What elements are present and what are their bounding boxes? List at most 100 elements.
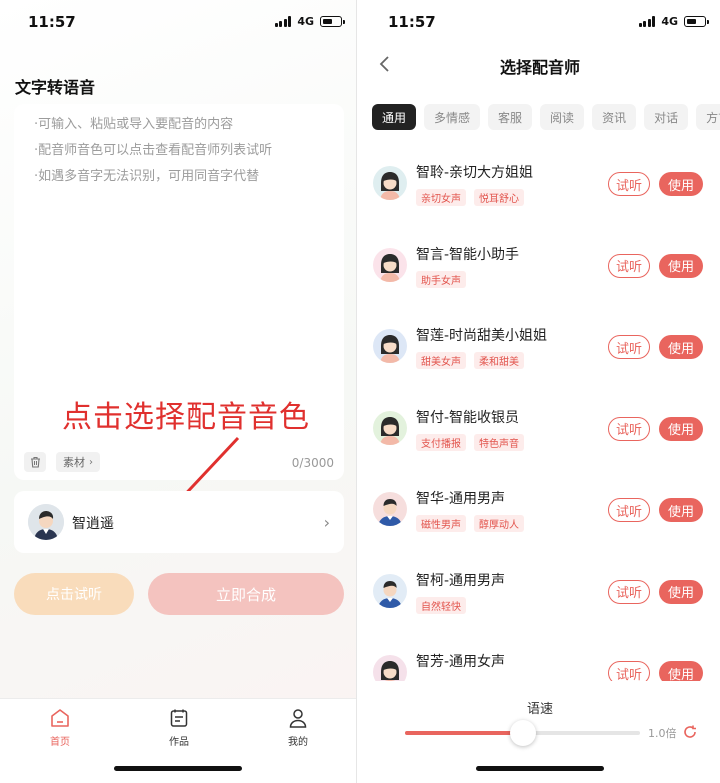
use-button[interactable]: 使用 [659, 253, 703, 278]
try-button[interactable]: 试听 [608, 416, 650, 441]
reset-icon[interactable] [682, 724, 698, 740]
home-indicator [476, 766, 604, 771]
try-button[interactable]: 试听 [608, 172, 650, 196]
voice-row[interactable]: 智莲-时尚甜美小姐姐 甜美女声 柔和甜美 试听 使用 [360, 309, 720, 391]
voice-list: 智聆-亲切大方姐姐 亲切女声 悦耳舒心 试听 使用 智言-智能小助手 助手女声 试听 使用 智莲-… [360, 146, 720, 681]
use-button[interactable]: 使用 [659, 416, 703, 441]
tab-home[interactable]: 首页 [30, 707, 90, 748]
voice-row[interactable]: 智芳-通用女声 试听 使用 [360, 635, 720, 681]
voice-row[interactable]: 智聆-亲切大方姐姐 亲切女声 悦耳舒心 试听 使用 [360, 146, 720, 228]
use-button[interactable]: 使用 [659, 335, 703, 359]
signal-icon [638, 16, 656, 27]
voice-tags: 亲切女声 悦耳舒心 [416, 189, 524, 206]
listen-button[interactable]: 点击试听 [14, 573, 134, 615]
voice-row[interactable]: 智柯-通用男声 自然轻快 试听 使用 [360, 554, 720, 636]
voice-name: 智言-智能小助手 [416, 246, 520, 263]
voice-picker-screen: 11:57 4G 选择配音师 通用多情感客服阅读资讯对话方言 智聆-亲切大方姐姐… [360, 0, 720, 783]
tab-label: 作品 [169, 737, 189, 748]
category-tabs: 通用多情感客服阅读资讯对话方言 [372, 104, 720, 130]
voice-tag: 自然轻快 [416, 596, 466, 614]
voice-name: 智柯-通用男声 [416, 572, 506, 589]
slider-fill [405, 731, 523, 735]
voice-tag: 亲切女声 [416, 189, 466, 206]
voice-name: 智华-通用男声 [416, 491, 506, 507]
slider-thumb[interactable] [509, 720, 536, 746]
trash-icon [30, 456, 40, 468]
battery-icon [320, 16, 345, 27]
hint-line: ·如遇多音字无法识别，可用同音字代替 [34, 169, 260, 184]
voice-name: 智莲-时尚甜美小姐姐 [416, 328, 548, 344]
speed-label: 语速 [526, 702, 553, 717]
tab-category[interactable]: 客服 [488, 104, 533, 130]
voice-row[interactable]: 智付-智能收银员 支付播报 特色声音 试听 使用 [360, 391, 720, 473]
speed-slider[interactable] [405, 720, 640, 746]
voice-row[interactable]: 智华-通用男声磁性男声 醇厚动人 试听 使用 [360, 472, 720, 554]
voice-name: 智芳-通用女声 [416, 654, 506, 670]
try-button[interactable]: 试听 [608, 661, 650, 681]
clear-button[interactable] [24, 452, 46, 472]
voice-tags: 自然轻快 [416, 596, 466, 614]
chevron-right-icon: › [89, 456, 93, 468]
try-button[interactable]: 试听 [608, 498, 650, 522]
home-icon [49, 707, 71, 729]
works-icon [168, 707, 190, 729]
synthesize-button[interactable]: 立即合成 [148, 573, 344, 615]
voice-tag: 柔和甜美 [474, 352, 524, 369]
voice-tag: 磁性男声 [416, 515, 466, 532]
use-button[interactable]: 使用 [659, 498, 703, 522]
use-button[interactable]: 使用 [659, 661, 703, 681]
use-button[interactable]: 使用 [659, 579, 703, 604]
female-avatar [373, 166, 407, 200]
tab-label: 我的 [288, 737, 308, 748]
nav-bar: 选择配音师 [360, 44, 720, 84]
tab-category[interactable]: 阅读 [540, 104, 585, 130]
tab-category[interactable]: 对话 [644, 104, 689, 130]
voice-selector[interactable]: 智逍遥 › [14, 491, 344, 553]
use-button[interactable]: 使用 [659, 172, 703, 196]
network-label: 4G [297, 15, 314, 28]
status-bar: 11:57 4G [360, 0, 720, 44]
voice-tag: 特色声音 [474, 433, 524, 451]
voice-row[interactable]: 智言-智能小助手 助手女声 试听 使用 [360, 228, 720, 310]
battery-icon [684, 16, 709, 27]
speed-panel: 语速 1.0倍 [360, 684, 720, 783]
tab-category[interactable]: 方言 [696, 104, 720, 130]
home-indicator [114, 766, 242, 771]
char-counter: 0/3000 [291, 456, 334, 470]
male-avatar [373, 573, 407, 608]
voice-tags: 甜美女声 柔和甜美 [416, 352, 524, 369]
female-avatar [373, 329, 407, 363]
male-avatar [373, 492, 407, 526]
selected-voice-name: 智逍遥 [72, 516, 114, 532]
voice-name: 智聆-亲切大方姐姐 [416, 165, 534, 181]
page-title: 文字转语音 [15, 78, 96, 97]
try-button[interactable]: 试听 [608, 579, 650, 604]
tab-category[interactable]: 多情感 [424, 104, 481, 130]
voice-tags: 磁性男声 醇厚动人 [416, 515, 524, 532]
hint-line: ·配音师音色可以点击查看配音师列表试听 [34, 143, 273, 158]
tab-category[interactable]: 通用 [372, 104, 417, 130]
male-avatar [28, 504, 64, 540]
voice-tags: 助手女声 [416, 270, 466, 288]
tab-label: 首页 [50, 737, 70, 748]
hint-line: ·可输入、粘贴或导入要配音的内容 [34, 117, 234, 132]
voice-tag: 甜美女声 [416, 352, 466, 369]
material-button[interactable]: 素材 › [56, 452, 100, 472]
voice-tag: 支付播报 [416, 433, 466, 451]
tab-category[interactable]: 资讯 [592, 104, 637, 130]
profile-icon [287, 707, 309, 729]
voice-name: 智付-智能收银员 [416, 409, 520, 426]
try-button[interactable]: 试听 [608, 335, 650, 359]
female-avatar [373, 410, 407, 445]
female-avatar [373, 247, 407, 282]
tab-works[interactable]: 作品 [149, 707, 209, 748]
try-button[interactable]: 试听 [608, 253, 650, 278]
chevron-right-icon: › [323, 513, 330, 532]
speed-value: 1.0倍 [648, 727, 677, 740]
text-to-speech-screen: 11:57 4G 文字转语音 ·可输入、粘贴或导入要配音的内容 ·配音师音色可以… [0, 0, 357, 783]
material-label: 素材 [63, 456, 85, 469]
female-avatar [373, 655, 407, 681]
status-bar: 11:57 4G [0, 0, 356, 44]
voice-tag: 悦耳舒心 [474, 189, 524, 206]
tab-profile[interactable]: 我的 [268, 707, 328, 748]
